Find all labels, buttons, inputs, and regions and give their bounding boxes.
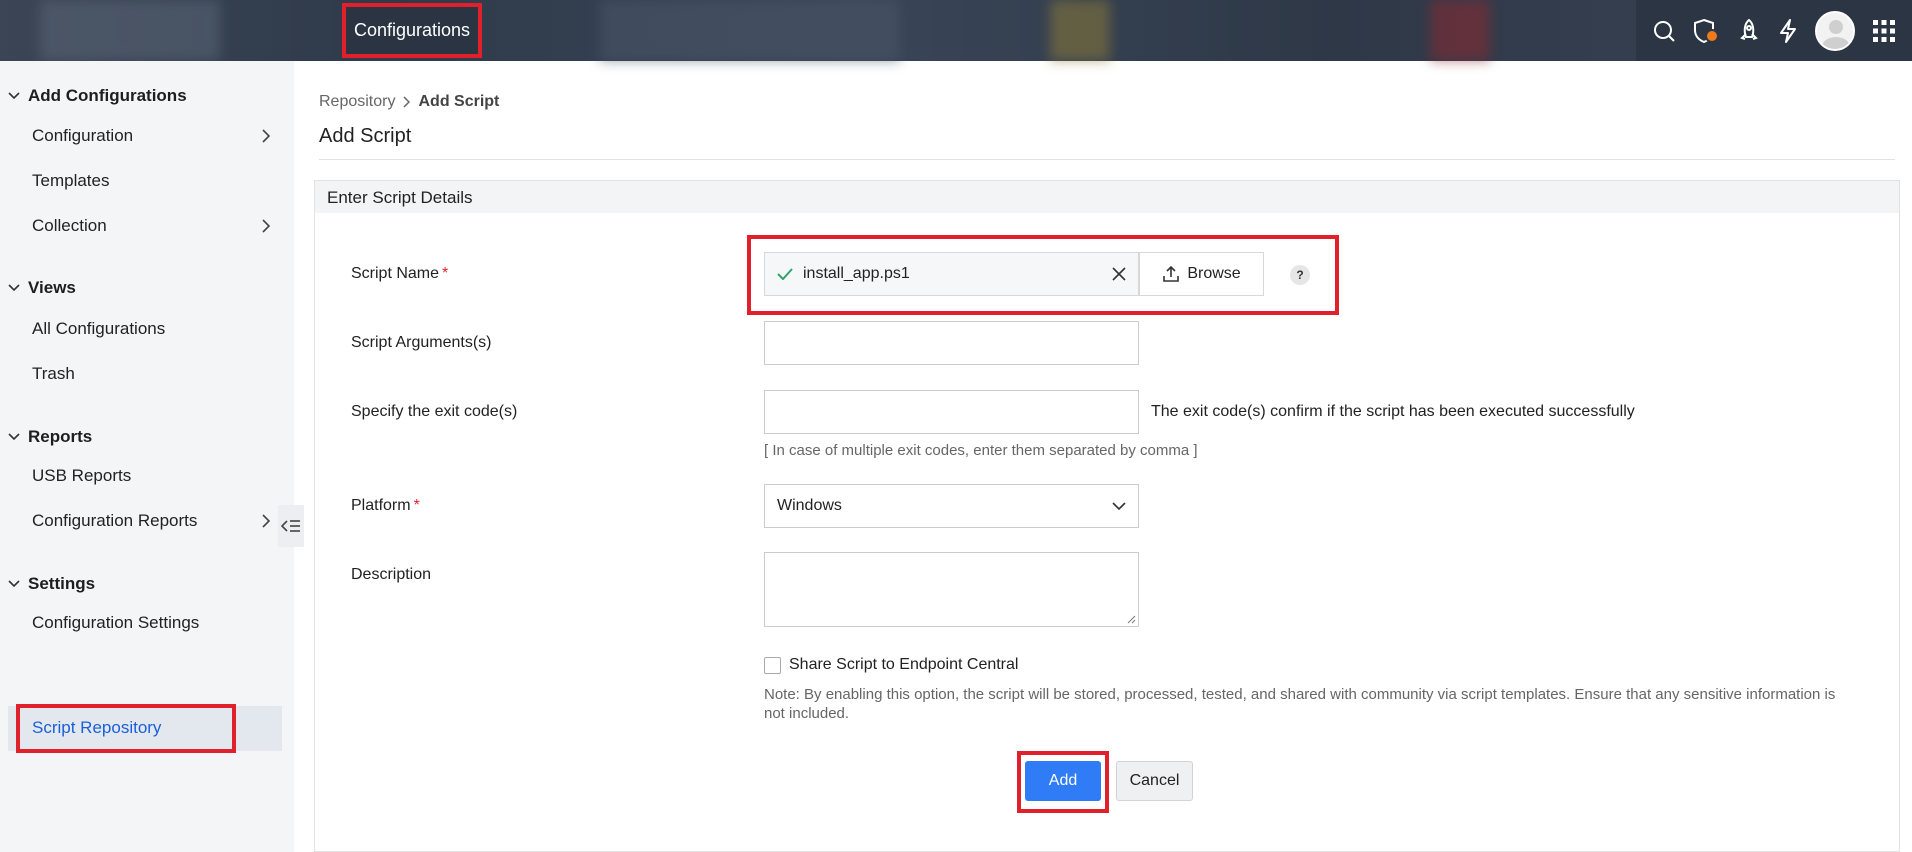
sidebar-item-label: Configuration: [32, 126, 134, 145]
chevron-down-icon: [8, 580, 20, 588]
sidebar-section-reports[interactable]: Reports: [8, 427, 92, 447]
blurred-region: [600, 0, 900, 61]
required-mark: *: [442, 265, 449, 282]
chevron-right-icon[interactable]: [262, 129, 270, 143]
highlight-box: [747, 235, 1339, 315]
blurred-region: [1430, 0, 1490, 61]
exit-codes-subhint: [ In case of multiple exit codes, enter …: [764, 442, 1198, 459]
share-script-note: Note: By enabling this option, the scrip…: [764, 686, 1836, 722]
avatar[interactable]: [1815, 10, 1856, 51]
description-label: Description: [351, 566, 432, 583]
breadcrumb: Repository Add Script: [319, 93, 499, 111]
breadcrumb-link-repository[interactable]: Repository: [319, 93, 395, 111]
sidebar-section-label: Settings: [28, 574, 96, 593]
platform-selected-value: Windows: [777, 497, 842, 514]
platform-label: Platform *: [351, 497, 420, 515]
platform-select[interactable]: Windows: [764, 484, 1139, 528]
sidebar-section-settings[interactable]: Settings: [8, 574, 95, 594]
script-arguments-label: Script Arguments(s): [351, 334, 492, 351]
chevron-down-icon: [8, 433, 20, 441]
chevron-down-icon: [8, 284, 20, 292]
breadcrumb-current: Add Script: [418, 93, 500, 110]
divider: [319, 159, 1895, 160]
top-icon-bar: [1636, 0, 1912, 61]
rocket-icon[interactable]: [1737, 18, 1761, 44]
search-icon[interactable]: [1652, 19, 1676, 43]
sidebar-item-usb-reports[interactable]: USB Reports: [32, 466, 131, 486]
sidebar-item-label: Trash: [32, 364, 75, 383]
sidebar-item-label: Configuration Settings: [32, 613, 200, 632]
sidebar-section-label: Reports: [28, 427, 93, 446]
chevron-down-icon: [1112, 501, 1126, 510]
label-text: Script Name: [351, 265, 440, 282]
sidebar-item-label: Collection: [32, 216, 107, 235]
sidebar-item-configuration-settings[interactable]: Configuration Settings: [32, 613, 199, 633]
resize-grip-icon[interactable]: [1126, 614, 1136, 624]
main-content: Repository Add Script Add Script Enter S…: [294, 61, 1912, 852]
sidebar: Add Configurations Configuration Templat…: [0, 61, 294, 852]
chevron-down-icon: [8, 92, 20, 100]
sidebar-item-collection[interactable]: Collection: [32, 216, 107, 236]
highlight-box: [1017, 751, 1109, 813]
shield-alert-icon[interactable]: [1692, 17, 1720, 45]
label-text: Platform: [351, 497, 411, 514]
sidebar-section-add-configurations[interactable]: Add Configurations: [8, 86, 187, 106]
exit-codes-hint: The exit code(s) confirm if the script h…: [1151, 403, 1635, 420]
app-grid-icon[interactable]: [1872, 19, 1896, 43]
lightning-icon[interactable]: [1777, 18, 1799, 44]
script-arguments-input[interactable]: [764, 321, 1139, 365]
panel-title: Enter Script Details: [315, 181, 1899, 213]
sidebar-section-views[interactable]: Views: [8, 278, 76, 298]
sidebar-section-label: Add Configurations: [28, 86, 187, 105]
share-script-label[interactable]: Share Script to Endpoint Central: [789, 656, 1018, 674]
script-name-label: Script Name *: [351, 265, 448, 283]
highlight-box: [16, 704, 236, 753]
chevron-right-icon: [403, 96, 411, 108]
description-textarea[interactable]: [764, 552, 1139, 627]
exit-codes-label: Specify the exit code(s): [351, 403, 518, 420]
blurred-region: [40, 0, 220, 61]
sidebar-item-label: All Configurations: [32, 319, 166, 338]
sidebar-item-configuration[interactable]: Configuration: [32, 126, 133, 146]
sidebar-section-label: Views: [28, 278, 76, 297]
sidebar-item-trash[interactable]: Trash: [32, 364, 75, 384]
sidebar-item-label: USB Reports: [32, 466, 132, 485]
module-tab-label: Configurations: [353, 20, 471, 40]
blurred-region: [1050, 0, 1110, 61]
module-tab-configurations[interactable]: Configurations: [342, 3, 482, 58]
chevron-right-icon[interactable]: [262, 514, 270, 528]
sidebar-item-label: Configuration Reports: [32, 511, 198, 530]
sidebar-item-all-configurations[interactable]: All Configurations: [32, 319, 165, 339]
sidebar-item-label: Templates: [32, 171, 110, 190]
required-mark: *: [413, 497, 420, 514]
sidebar-item-configuration-reports[interactable]: Configuration Reports: [32, 511, 197, 531]
share-script-checkbox[interactable]: [764, 657, 781, 674]
sidebar-item-templates[interactable]: Templates: [32, 171, 109, 191]
cancel-button[interactable]: Cancel: [1116, 761, 1193, 801]
exit-codes-input[interactable]: [764, 390, 1139, 434]
top-bar: Configurations: [0, 0, 1912, 61]
page-title: Add Script: [319, 125, 412, 147]
chevron-right-icon[interactable]: [262, 219, 270, 233]
